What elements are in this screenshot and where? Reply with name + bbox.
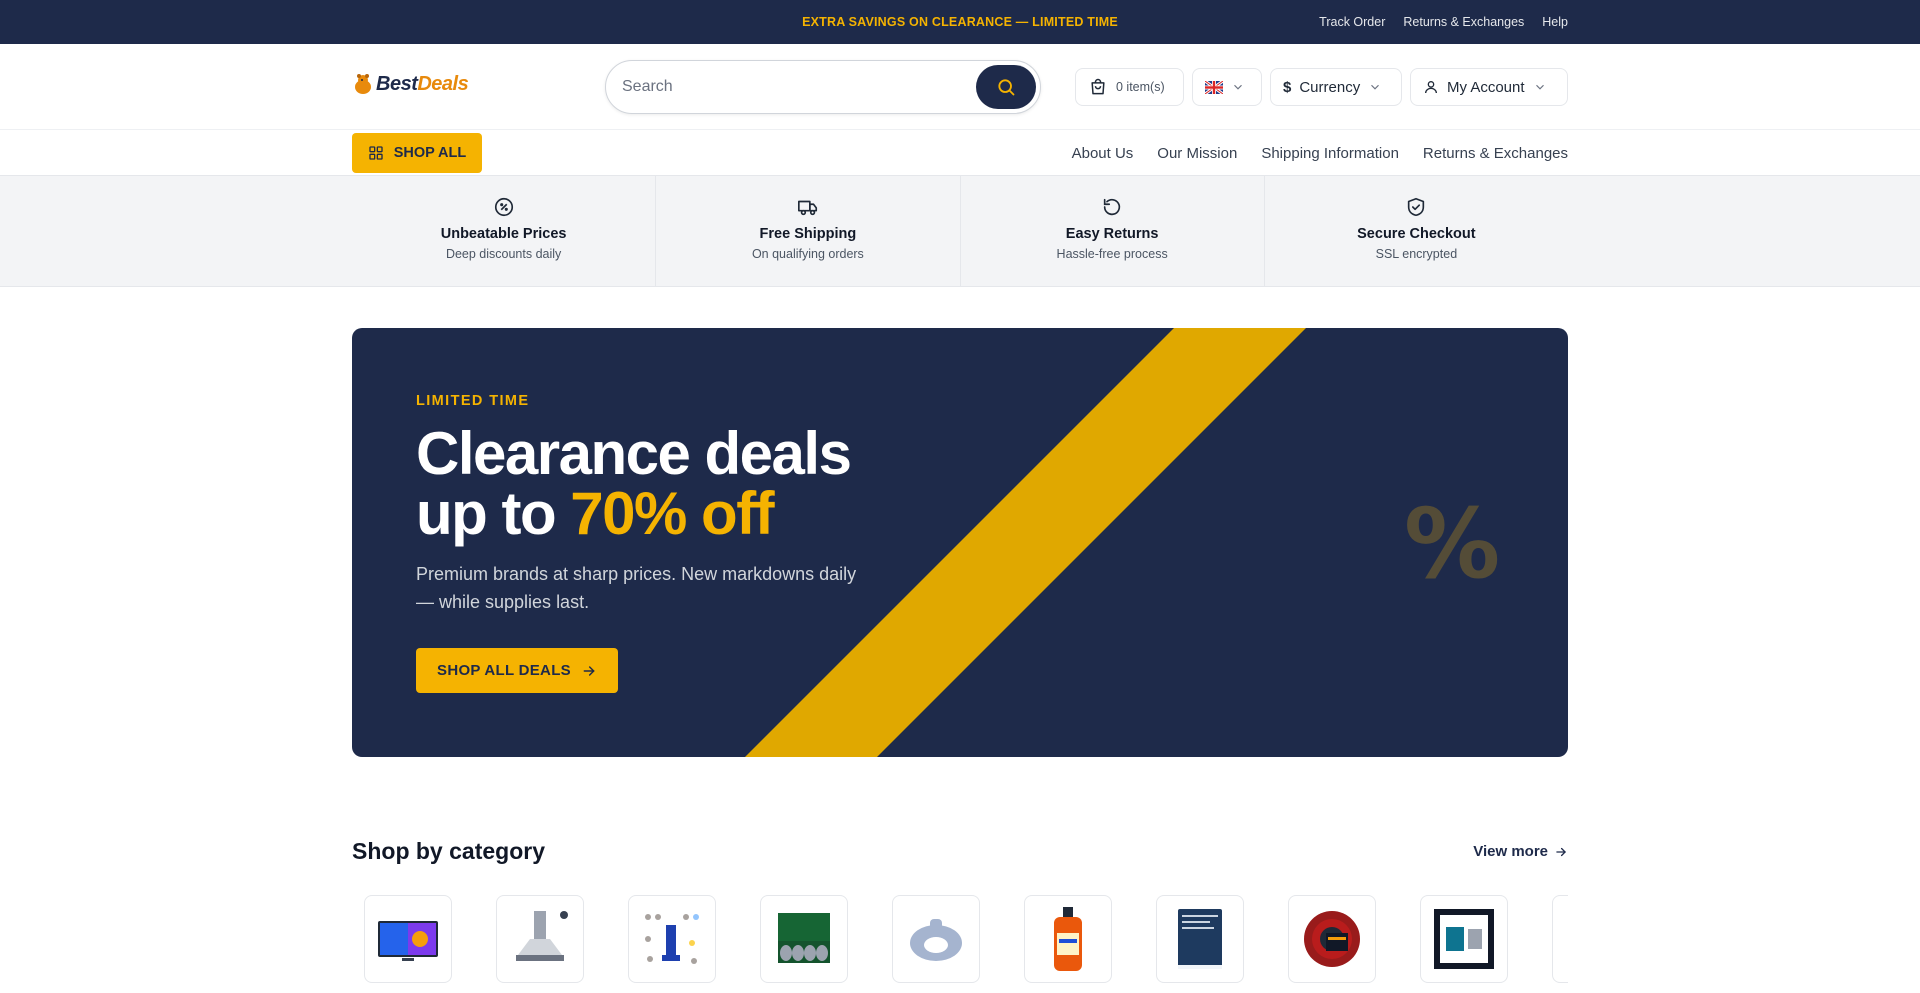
user-icon: [1425, 81, 1437, 94]
category-tools[interactable]: [628, 895, 716, 983]
shield-check-icon: [1408, 197, 1425, 217]
category-carousel: [364, 895, 1568, 993]
feature-title: Easy Returns: [1065, 226, 1159, 242]
cta-label: SHOP ALL DEALS: [437, 662, 571, 679]
feature-subtitle: Hassle-free process: [1056, 247, 1168, 261]
tv-icon: [378, 921, 438, 961]
bear-logo-icon: [355, 74, 371, 94]
currency-selector[interactable]: $ Currency: [1270, 68, 1402, 106]
uk-flag-icon: [1205, 80, 1223, 94]
site-logo[interactable]: Best Deals: [352, 72, 469, 96]
category-automotive[interactable]: [760, 895, 848, 983]
grid-icon: [369, 146, 383, 160]
category-garden[interactable]: [1288, 895, 1376, 983]
track-order-link[interactable]: Track Order: [1319, 15, 1385, 29]
truck-icon: [797, 200, 817, 216]
cart-count: 0 item(s): [1116, 80, 1165, 94]
category-header: Shop by category View more: [352, 838, 1568, 868]
logo-text-deals: Deals: [417, 72, 469, 95]
hero-title-line1: Clearance deals: [416, 420, 852, 487]
category-baby[interactable]: [892, 895, 980, 983]
hose-icon: [1304, 911, 1360, 967]
nav-links: About Us Our Mission Shipping Informatio…: [1072, 130, 1568, 176]
view-more-link[interactable]: View more: [1473, 843, 1568, 860]
feature-subtitle: On qualifying orders: [751, 247, 864, 261]
tools-icon: [645, 914, 699, 964]
hero-banner: % LIMITED TIME Clearance deals up to 70%…: [352, 328, 1568, 757]
hero-decor-percent: %: [1404, 488, 1501, 600]
potty-seat-icon: [910, 919, 962, 961]
feature-subtitle: SSL encrypted: [1375, 247, 1458, 261]
range-hood-icon: [516, 911, 568, 961]
feature-secure-checkout: Secure Checkout SSL encrypted: [1265, 176, 1568, 287]
feature-easy-returns: Easy Returns Hassle-free process: [961, 176, 1265, 287]
returns-exchanges-link[interactable]: Returns & Exchanges: [1423, 145, 1568, 162]
shop-all-label: SHOP ALL: [393, 145, 467, 161]
engine-parts-icon: [778, 913, 830, 963]
feature-title: Free Shipping: [759, 226, 857, 242]
shipping-information-link[interactable]: Shipping Information: [1261, 145, 1399, 162]
percent-badge-icon: [494, 197, 513, 217]
account-label: My Account: [1447, 78, 1525, 96]
feature-free-shipping: Free Shipping On qualifying orders: [656, 176, 961, 287]
book-icon: [1178, 909, 1222, 969]
currency-label: Currency: [1299, 78, 1361, 96]
hero-eyebrow: LIMITED TIME: [416, 393, 530, 409]
shopping-bag-icon: [1091, 78, 1105, 95]
search-button[interactable]: [976, 65, 1036, 109]
shop-all-deals-button[interactable]: SHOP ALL DEALS: [416, 648, 618, 693]
category-range-hood[interactable]: [496, 895, 584, 983]
cart-button[interactable]: 0 item(s): [1075, 68, 1184, 106]
returns-exchanges-top-link[interactable]: Returns & Exchanges: [1403, 15, 1524, 29]
about-us-link[interactable]: About Us: [1072, 145, 1134, 162]
hero-title-line2-prefix: up to: [416, 480, 571, 547]
feature-unbeatable-prices: Unbeatable Prices Deep discounts daily: [352, 176, 657, 287]
feature-title: Secure Checkout: [1357, 226, 1476, 242]
category-more[interactable]: [1552, 895, 1568, 983]
top-links: Track Order Returns & Exchanges Help: [1319, 0, 1568, 44]
feature-title: Unbeatable Prices: [440, 226, 567, 242]
account-menu[interactable]: My Account: [1410, 68, 1568, 106]
chevron-down-icon: [1371, 84, 1380, 90]
our-mission-link[interactable]: Our Mission: [1157, 145, 1237, 162]
bottle-icon: [1054, 907, 1082, 971]
hero-title-highlight: 70% off: [570, 480, 774, 547]
arrow-right-icon: [1556, 847, 1566, 856]
help-link[interactable]: Help: [1542, 15, 1568, 29]
category-art[interactable]: [1420, 895, 1508, 983]
view-more-label: View more: [1473, 843, 1548, 860]
category-books[interactable]: [1156, 895, 1244, 983]
search-input[interactable]: [622, 61, 962, 113]
hero-title: Clearance deals up to 70% off: [416, 424, 976, 544]
hero-subtitle: Premium brands at sharp prices. New mark…: [416, 564, 857, 612]
category-tv[interactable]: [364, 895, 452, 983]
site-header: BestDeals 0 item(s) $ Currency My Accoun…: [0, 44, 1920, 130]
rotate-ccw-icon: [1103, 198, 1121, 216]
dollar-icon: $: [1283, 78, 1292, 96]
category-section-title: Shop by category: [352, 838, 545, 864]
category-cleaning[interactable]: [1024, 895, 1112, 983]
search-bar: [605, 60, 1041, 114]
shop-all-button[interactable]: SHOP ALL: [352, 133, 482, 173]
partial-item-icon: [1560, 903, 1568, 975]
search-icon: [998, 79, 1015, 96]
main-nav: SHOP ALL About Us Our Mission Shipping I…: [0, 130, 1920, 176]
language-selector[interactable]: [1192, 68, 1262, 106]
frame-icon: [1434, 909, 1494, 969]
arrow-right-icon: [583, 665, 595, 676]
features-strip: Unbeatable Prices Deep discounts daily F…: [0, 176, 1920, 287]
feature-subtitle: Deep discounts daily: [445, 247, 562, 261]
top-promo-bar: EXTRA SAVINGS ON CLEARANCE — LIMITED TIM…: [0, 0, 1920, 44]
chevron-down-icon: [1535, 84, 1544, 90]
promo-text: EXTRA SAVINGS ON CLEARANCE — LIMITED TIM…: [802, 15, 1118, 29]
chevron-down-icon: [1234, 84, 1242, 90]
logo-text-best: Best: [376, 72, 418, 95]
